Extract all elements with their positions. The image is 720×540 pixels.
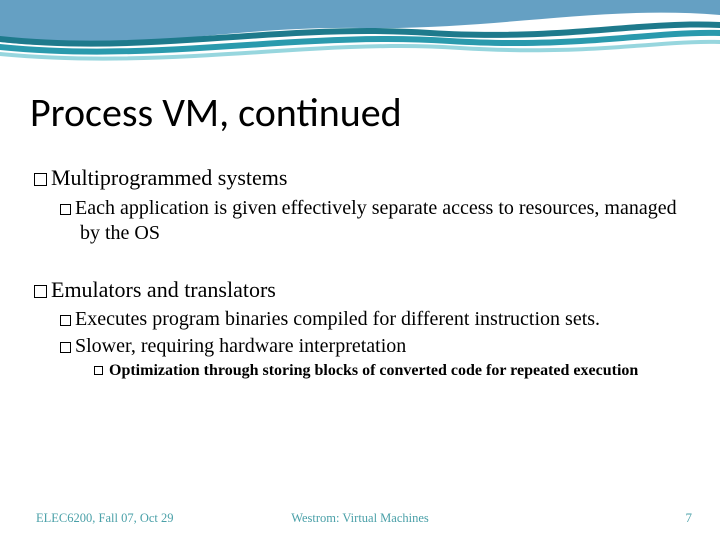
bullet-item: Slower, requiring hardware interpretatio…	[60, 334, 686, 359]
sub-bullet-item: Optimization through storing blocks of c…	[94, 361, 686, 382]
footer-center-text: Westrom: Virtual Machines	[291, 511, 429, 526]
bullet-icon	[60, 342, 71, 353]
bullet-icon	[34, 173, 47, 186]
bullet-icon	[34, 285, 47, 298]
item-text: Slower, requiring hardware interpretatio…	[75, 335, 406, 357]
heading-text: Emulators and translators	[51, 277, 276, 302]
footer-left-text: ELEC6200, Fall 07, Oct 29	[36, 511, 174, 526]
item-text: Each application is given effectively se…	[75, 197, 677, 244]
decorative-wave	[0, 0, 720, 90]
bullet-icon	[60, 315, 71, 326]
slide-title: Process VM, continued	[30, 88, 402, 137]
sub-item-text: Optimization through storing blocks of c…	[109, 362, 638, 379]
heading-text: Multiprogrammed systems	[51, 165, 287, 190]
bullet-item: Executes program binaries compiled for d…	[60, 307, 686, 332]
bullet-item: Each application is given effectively se…	[60, 196, 686, 246]
bullet-icon	[94, 366, 103, 375]
slide-footer: ELEC6200, Fall 07, Oct 29 Westrom: Virtu…	[0, 510, 720, 526]
bullet-icon	[60, 204, 71, 215]
section-heading: Emulators and translators	[34, 276, 686, 304]
section-heading: Multiprogrammed systems	[34, 164, 686, 192]
item-text: Executes program binaries compiled for d…	[75, 308, 600, 330]
slide-body: Multiprogrammed systems Each application…	[34, 164, 686, 384]
page-number: 7	[686, 510, 693, 526]
